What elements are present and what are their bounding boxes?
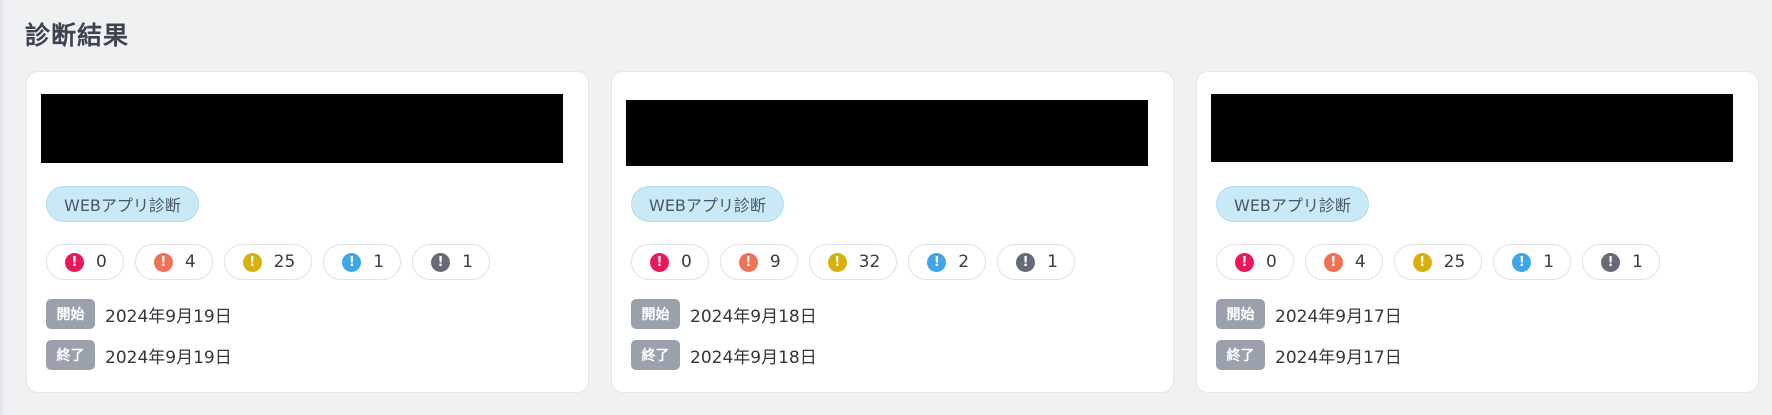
diagnosis-type-tag: WEBアプリ診断 bbox=[631, 186, 784, 222]
critical-alert-icon: ! bbox=[1235, 252, 1254, 272]
page-title: 診断結果 bbox=[25, 21, 130, 50]
severity-counts: ! 0 ! 9 ! 32 ! 2 ! 1 bbox=[631, 244, 1075, 280]
medium-alert-icon: ! bbox=[1412, 252, 1432, 272]
critical-count: 0 bbox=[96, 252, 107, 272]
end-date-label: 終了 bbox=[46, 340, 95, 370]
info-alert-icon: ! bbox=[431, 252, 451, 272]
high-count: 9 bbox=[769, 252, 781, 272]
info-count: 1 bbox=[462, 252, 473, 272]
critical-alert-icon: ! bbox=[65, 252, 84, 272]
severity-counts: ! 0 ! 4 ! 25 ! 1 ! 1 bbox=[46, 244, 490, 280]
diagnosis-type-tag: WEBアプリ診断 bbox=[1216, 186, 1369, 222]
medium-count: 32 bbox=[858, 252, 881, 272]
critical-count-pill: ! 0 bbox=[1216, 244, 1294, 280]
high-count-pill: ! 4 bbox=[134, 244, 213, 280]
result-card[interactable]: WEBアプリ診断 ! 0 ! 4 ! 25 ! 1 ! 1 開始 2024年9月… bbox=[26, 71, 589, 393]
medium-count-pill: ! 32 bbox=[808, 244, 898, 280]
high-count: 4 bbox=[1354, 252, 1366, 272]
info-count-pill: ! 1 bbox=[997, 244, 1075, 280]
high-alert-icon: ! bbox=[1323, 252, 1343, 272]
critical-count-pill: ! 0 bbox=[46, 244, 124, 280]
end-date-label: 終了 bbox=[631, 340, 680, 370]
low-count: 1 bbox=[1543, 252, 1555, 272]
low-alert-icon: ! bbox=[927, 252, 947, 272]
critical-count-pill: ! 0 bbox=[631, 244, 709, 280]
medium-count: 25 bbox=[273, 252, 296, 272]
low-count-pill: ! 1 bbox=[323, 244, 402, 280]
info-alert-icon: ! bbox=[1016, 252, 1036, 272]
page: 診断結果 WEBアプリ診断 ! 0 ! 4 ! 25 ! 1 ! 1 開始 20… bbox=[0, 0, 1772, 415]
low-alert-icon: ! bbox=[1512, 252, 1532, 272]
end-date-label: 終了 bbox=[1216, 340, 1265, 370]
severity-counts: ! 0 ! 4 ! 25 ! 1 ! 1 bbox=[1216, 244, 1660, 280]
end-date-row: 終了 2024年9月19日 bbox=[46, 340, 232, 370]
low-count: 1 bbox=[373, 252, 385, 272]
critical-alert-icon: ! bbox=[650, 252, 669, 272]
high-alert-icon: ! bbox=[738, 252, 758, 272]
result-card[interactable]: WEBアプリ診断 ! 0 ! 9 ! 32 ! 2 ! 1 開始 2024年9月… bbox=[611, 71, 1174, 393]
redacted-title bbox=[41, 94, 563, 163]
high-alert-icon: ! bbox=[153, 252, 173, 272]
info-count-pill: ! 1 bbox=[412, 244, 490, 280]
info-count: 1 bbox=[1047, 252, 1058, 272]
result-card-list: WEBアプリ診断 ! 0 ! 4 ! 25 ! 1 ! 1 開始 2024年9月… bbox=[26, 71, 1759, 393]
end-date: 2024年9月19日 bbox=[105, 347, 232, 368]
result-card[interactable]: WEBアプリ診断 ! 0 ! 4 ! 25 ! 1 ! 1 開始 2024年9月… bbox=[1196, 71, 1759, 393]
diagnosis-type-tag: WEBアプリ診断 bbox=[46, 186, 199, 222]
start-date: 2024年9月17日 bbox=[1275, 306, 1402, 327]
start-date-row: 開始 2024年9月17日 bbox=[1216, 299, 1402, 329]
start-date-row: 開始 2024年9月18日 bbox=[631, 299, 817, 329]
end-date-row: 終了 2024年9月18日 bbox=[631, 340, 817, 370]
end-date: 2024年9月17日 bbox=[1275, 347, 1402, 368]
info-count-pill: ! 1 bbox=[1582, 244, 1660, 280]
start-date-label: 開始 bbox=[46, 299, 95, 329]
critical-count: 0 bbox=[681, 252, 692, 272]
low-count: 2 bbox=[958, 252, 970, 272]
start-date-row: 開始 2024年9月19日 bbox=[46, 299, 232, 329]
end-date-row: 終了 2024年9月17日 bbox=[1216, 340, 1402, 370]
redacted-title bbox=[1211, 94, 1733, 162]
medium-alert-icon: ! bbox=[827, 252, 847, 272]
medium-alert-icon: ! bbox=[242, 252, 262, 272]
start-date-label: 開始 bbox=[1216, 299, 1265, 329]
low-alert-icon: ! bbox=[342, 252, 362, 272]
high-count-pill: ! 4 bbox=[1304, 244, 1383, 280]
start-date-label: 開始 bbox=[631, 299, 680, 329]
redacted-title bbox=[626, 100, 1148, 166]
start-date: 2024年9月19日 bbox=[105, 306, 232, 327]
info-alert-icon: ! bbox=[1601, 252, 1621, 272]
low-count-pill: ! 1 bbox=[1493, 244, 1572, 280]
medium-count-pill: ! 25 bbox=[223, 244, 313, 280]
high-count: 4 bbox=[184, 252, 196, 272]
low-count-pill: ! 2 bbox=[908, 244, 987, 280]
high-count-pill: ! 9 bbox=[719, 244, 798, 280]
medium-count-pill: ! 25 bbox=[1393, 244, 1483, 280]
start-date: 2024年9月18日 bbox=[690, 306, 817, 327]
info-count: 1 bbox=[1632, 252, 1643, 272]
end-date: 2024年9月18日 bbox=[690, 347, 817, 368]
critical-count: 0 bbox=[1266, 252, 1277, 272]
medium-count: 25 bbox=[1443, 252, 1466, 272]
